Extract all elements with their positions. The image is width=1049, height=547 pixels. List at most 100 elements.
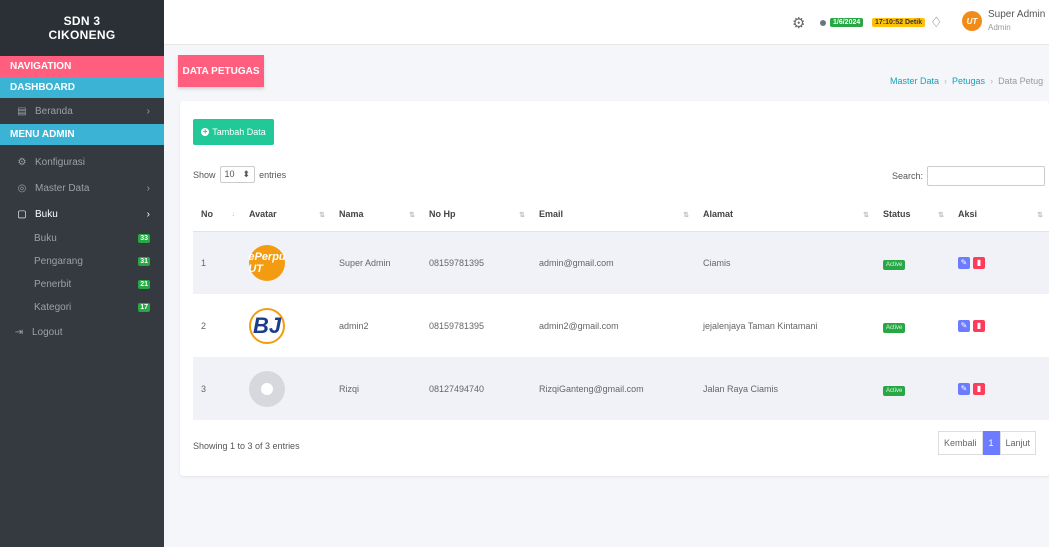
cell-status: Active [875,294,950,357]
col-nama[interactable]: Nama ⇅ [331,197,421,232]
time-badge: 17:10:52 Detik [872,18,926,27]
col-email[interactable]: Email ⇅ [531,197,695,232]
brand: SDN 3 CIKONENG [0,0,164,56]
col-label: Email [539,208,564,219]
sort-icon: ⇅ [863,212,869,219]
count-badge: 21 [138,280,150,289]
page-length-value: 10 [224,169,235,179]
trash-icon[interactable]: ▮ [973,382,985,395]
sidebar-item-buku[interactable]: ▢ Buku › [0,201,164,227]
col-label: No [201,208,213,219]
cell-hp: 08127494740 [421,357,531,420]
edit-icon[interactable]: ✎ [958,319,970,332]
status-badge: Active [883,385,906,396]
col-no[interactable]: No ↓ [193,197,241,232]
user-silhouette-icon [261,382,273,395]
cell-aksi: ✎ ▮ [950,357,1049,420]
cell-hp: 08159781395 [421,231,531,294]
bell-icon[interactable]: ♢ [930,14,943,31]
col-status[interactable]: Status ⇅ [875,197,950,232]
prev-page-button[interactable]: Kembali [938,431,983,455]
sidebar-subitem-label: Buku [34,233,57,244]
breadcrumb-separator: › [944,76,948,86]
avatar [249,370,285,407]
cell-avatar: ePerpu UT [241,231,331,294]
plus-icon: + [201,127,210,136]
avatar: BJ [249,307,285,344]
sort-icon: ↓ [231,211,236,218]
col-label: Status [883,208,911,219]
entries-label: entries [259,169,287,180]
breadcrumb-petugas[interactable]: Petugas [952,76,985,86]
page-1-button[interactable]: 1 [982,431,1000,455]
page-length-select[interactable]: 10 ⬍ [219,166,256,183]
avatar[interactable]: UT [962,11,982,31]
trash-icon[interactable]: ▮ [973,319,985,332]
col-aksi[interactable]: Aksi ⇅ [950,197,1049,232]
sidebar-subitem-kategori[interactable]: Kategori 17 [0,296,164,319]
breadcrumb-current: Data Petug [998,76,1044,86]
add-data-button[interactable]: + Tambah Data [193,119,274,145]
sidebar-item-master-data[interactable]: ◎ Master Data › [0,175,164,201]
edit-icon[interactable]: ✎ [958,382,970,395]
cell-email: admin@gmail.com [531,231,695,294]
show-label: Show [193,169,216,180]
avatar: ePerpu UT [248,244,286,281]
sidebar-item-beranda[interactable]: ▤ Beranda › [0,98,164,124]
topbar: ⚙ 1/6/2024 17:10:52 Detik ♢ UT Super Adm… [164,0,1049,45]
trash-icon[interactable]: ▮ [973,256,985,269]
cell-avatar [241,357,331,420]
status-badge: Active [883,322,906,333]
col-alamat[interactable]: Alamat ⇅ [695,197,875,232]
cell-email: admin2@gmail.com [539,320,619,331]
chevron-updown-icon: ⬍ [242,169,251,179]
gear-icon[interactable]: ⚙ [792,14,805,32]
table-row: 2 BJ admin2 08159781395 admin2@gmail.com… [193,294,1049,357]
cell-nama: admin2 [339,320,369,331]
sidebar-subitem-pengarang[interactable]: Pengarang 31 [0,250,164,273]
cell-hp: 08159781395 [429,320,485,331]
col-label: Nama [339,208,364,219]
book-icon: ▢ [17,208,27,220]
pagination: Kembali 1 Lanjut [938,431,1037,455]
sidebar-subitem-label: Pengarang [34,256,83,267]
sidebar-subitem-buku[interactable]: Buku 33 [0,227,164,250]
cell-alamat: jejalenjaya Taman Kintamani [703,320,818,331]
sort-icon: ⇅ [1037,212,1043,219]
table-row: 3 Rizqi 08127494740 RizqiGanteng@gmail.c… [193,357,1049,420]
dashboard-header: DASHBOARD [0,77,164,98]
sort-icon: ⇅ [409,212,415,219]
edit-icon[interactable]: ✎ [958,256,970,269]
col-nohp[interactable]: No Hp ⇅ [421,197,531,232]
sidebar-item-konfigurasi[interactable]: ⚙ Konfigurasi [0,149,164,175]
search-label: Search: [892,171,924,181]
sort-icon: ⇅ [319,212,325,219]
brand-line1: SDN 3 [63,14,101,28]
sidebar-item-label: Beranda [35,105,73,117]
page-length: Show 10 ⬍ entries [193,166,286,183]
sort-icon: ⇅ [938,212,944,219]
cell-aksi: ✎ ▮ [950,231,1049,294]
col-label: Alamat [703,208,734,219]
cell-status: Active [875,231,950,294]
cell-no: 1 [193,231,241,294]
sidebar-subitem-label: Kategori [34,302,72,313]
status-dot [820,20,826,26]
sidebar-item-label: Konfigurasi [35,156,86,168]
col-label: No Hp [429,208,456,219]
breadcrumb-master-data[interactable]: Master Data [890,76,939,86]
search-input[interactable] [927,166,1046,186]
officers-table: No ↓ Avatar ⇅ Nama ⇅ No Hp ⇅ Email ⇅ Alamat ⇅ … [193,197,1049,420]
col-avatar[interactable]: Avatar ⇅ [241,197,331,232]
cell-alamat: Jalan Raya Ciamis [695,357,875,420]
cell-nama: Super Admin [331,231,421,294]
sidebar-subitem-penerbit[interactable]: Penerbit 21 [0,273,164,296]
sidebar: SDN 3 CIKONENG NAVIGATION DASHBOARD ▤ Bera… [0,0,164,547]
cell-status: Active [875,357,950,420]
cell-aksi: ✎ ▮ [950,294,1049,357]
count-badge: 31 [138,257,150,266]
sidebar-item-logout[interactable]: ⇥ Logout [0,319,164,345]
user-name[interactable]: Super Admin [988,9,1045,21]
sidebar-item-label: Logout [32,326,63,338]
next-page-button[interactable]: Lanjut [999,431,1037,455]
